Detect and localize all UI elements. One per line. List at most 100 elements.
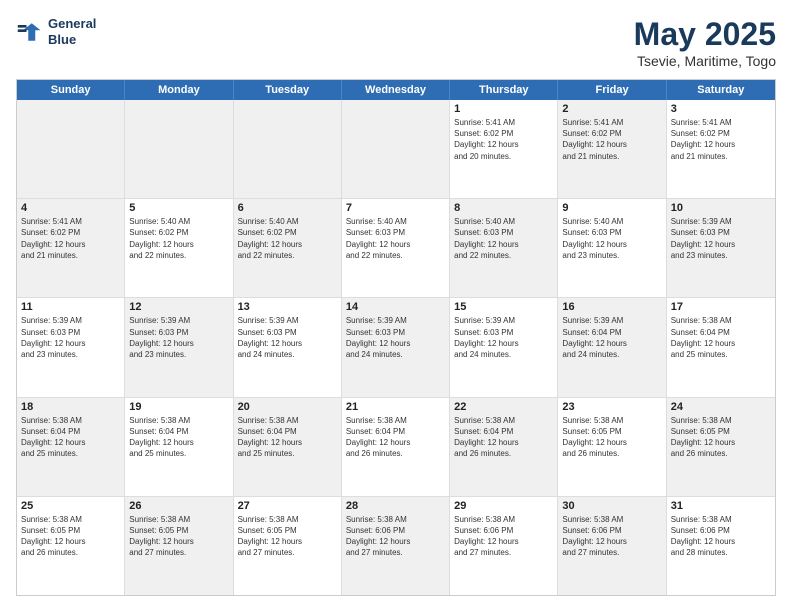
day-number: 13 xyxy=(238,301,337,313)
day-number: 3 xyxy=(671,103,771,115)
calendar-body: 1 Sunrise: 5:41 AM Sunset: 6:02 PM Daylig… xyxy=(17,100,775,595)
cell-info: Sunrise: 5:38 AM Sunset: 6:05 PM Dayligh… xyxy=(562,415,661,460)
calendar-title: May 2025 xyxy=(634,16,776,53)
day-number: 29 xyxy=(454,500,553,512)
day-number: 24 xyxy=(671,401,771,413)
cal-row-4: 18 Sunrise: 5:38 AM Sunset: 6:04 PM Dayli… xyxy=(17,398,775,497)
cell-info: Sunrise: 5:38 AM Sunset: 6:04 PM Dayligh… xyxy=(346,415,445,460)
cell-info: Sunrise: 5:39 AM Sunset: 6:04 PM Dayligh… xyxy=(562,315,661,360)
header-cell-tuesday: Tuesday xyxy=(234,80,342,100)
cal-cell: 14 Sunrise: 5:39 AM Sunset: 6:03 PM Dayli… xyxy=(342,298,450,396)
day-number: 31 xyxy=(671,500,771,512)
day-number: 20 xyxy=(238,401,337,413)
day-number: 2 xyxy=(562,103,661,115)
cal-cell: 10 Sunrise: 5:39 AM Sunset: 6:03 PM Dayli… xyxy=(667,199,775,297)
cell-info: Sunrise: 5:38 AM Sunset: 6:06 PM Dayligh… xyxy=(454,514,553,559)
cal-cell: 12Sunrise: 5:39 AM Sunset: 6:03 PM Dayli… xyxy=(125,298,233,396)
day-number: 30 xyxy=(562,500,661,512)
cal-cell: 22 Sunrise: 5:38 AM Sunset: 6:04 PM Dayli… xyxy=(450,398,558,496)
logo-line1: General xyxy=(48,16,96,32)
cell-info: Sunrise: 5:38 AM Sunset: 6:04 PM Dayligh… xyxy=(671,315,771,360)
day-number: 17 xyxy=(671,301,771,313)
logo-icon xyxy=(16,18,44,46)
cell-info: Sunrise: 5:40 AM Sunset: 6:02 PM Dayligh… xyxy=(238,216,337,261)
cal-cell: 26 Sunrise: 5:38 AM Sunset: 6:05 PM Dayli… xyxy=(125,497,233,595)
cal-cell: 2 Sunrise: 5:41 AM Sunset: 6:02 PM Daylig… xyxy=(558,100,666,198)
cal-cell: 30 Sunrise: 5:38 AM Sunset: 6:06 PM Dayli… xyxy=(558,497,666,595)
cell-info: Sunrise: 5:38 AM Sunset: 6:05 PM Dayligh… xyxy=(21,514,120,559)
cal-cell: 19Sunrise: 5:38 AM Sunset: 6:04 PM Dayli… xyxy=(125,398,233,496)
cell-info: Sunrise: 5:39 AM Sunset: 6:03 PM Dayligh… xyxy=(671,216,771,261)
header-cell-thursday: Thursday xyxy=(450,80,558,100)
cal-cell: 9 Sunrise: 5:40 AM Sunset: 6:03 PM Daylig… xyxy=(558,199,666,297)
cell-info: Sunrise: 5:40 AM Sunset: 6:03 PM Dayligh… xyxy=(346,216,445,261)
day-number: 12 xyxy=(129,301,228,313)
cal-cell: 25Sunrise: 5:38 AM Sunset: 6:05 PM Dayli… xyxy=(17,497,125,595)
cell-info: Sunrise: 5:40 AM Sunset: 6:02 PM Dayligh… xyxy=(129,216,228,261)
day-number: 22 xyxy=(454,401,553,413)
cell-info: Sunrise: 5:41 AM Sunset: 6:02 PM Dayligh… xyxy=(21,216,120,261)
cell-info: Sunrise: 5:39 AM Sunset: 6:03 PM Dayligh… xyxy=(346,315,445,360)
header-cell-sunday: Sunday xyxy=(17,80,125,100)
cal-cell: 7 Sunrise: 5:40 AM Sunset: 6:03 PM Daylig… xyxy=(342,199,450,297)
cell-info: Sunrise: 5:41 AM Sunset: 6:02 PM Dayligh… xyxy=(671,117,771,162)
cell-info: Sunrise: 5:41 AM Sunset: 6:02 PM Dayligh… xyxy=(454,117,553,162)
header-cell-monday: Monday xyxy=(125,80,233,100)
day-number: 1 xyxy=(454,103,553,115)
cal-cell xyxy=(234,100,342,198)
day-number: 18 xyxy=(21,401,120,413)
cell-info: Sunrise: 5:38 AM Sunset: 6:04 PM Dayligh… xyxy=(21,415,120,460)
cell-info: Sunrise: 5:38 AM Sunset: 6:06 PM Dayligh… xyxy=(562,514,661,559)
day-number: 16 xyxy=(562,301,661,313)
cal-row-2: 4Sunrise: 5:41 AM Sunset: 6:02 PM Daylig… xyxy=(17,199,775,298)
cal-cell: 29 Sunrise: 5:38 AM Sunset: 6:06 PM Dayli… xyxy=(450,497,558,595)
header-cell-friday: Friday xyxy=(558,80,666,100)
cell-info: Sunrise: 5:38 AM Sunset: 6:06 PM Dayligh… xyxy=(671,514,771,559)
day-number: 15 xyxy=(454,301,553,313)
title-block: May 2025 Tsevie, Maritime, Togo xyxy=(634,16,776,69)
day-number: 21 xyxy=(346,401,445,413)
cell-info: Sunrise: 5:38 AM Sunset: 6:05 PM Dayligh… xyxy=(129,514,228,559)
cell-info: Sunrise: 5:39 AM Sunset: 6:03 PM Dayligh… xyxy=(454,315,553,360)
cal-cell: 27Sunrise: 5:38 AM Sunset: 6:05 PM Dayli… xyxy=(234,497,342,595)
cal-cell: 1 Sunrise: 5:41 AM Sunset: 6:02 PM Daylig… xyxy=(450,100,558,198)
header-cell-wednesday: Wednesday xyxy=(342,80,450,100)
cell-info: Sunrise: 5:40 AM Sunset: 6:03 PM Dayligh… xyxy=(562,216,661,261)
cell-info: Sunrise: 5:38 AM Sunset: 6:04 PM Dayligh… xyxy=(238,415,337,460)
cell-info: Sunrise: 5:39 AM Sunset: 6:03 PM Dayligh… xyxy=(238,315,337,360)
day-number: 7 xyxy=(346,202,445,214)
cell-info: Sunrise: 5:41 AM Sunset: 6:02 PM Dayligh… xyxy=(562,117,661,162)
cell-info: Sunrise: 5:38 AM Sunset: 6:05 PM Dayligh… xyxy=(671,415,771,460)
cal-cell xyxy=(125,100,233,198)
cal-cell: 28Sunrise: 5:38 AM Sunset: 6:06 PM Dayli… xyxy=(342,497,450,595)
cell-info: Sunrise: 5:38 AM Sunset: 6:04 PM Dayligh… xyxy=(454,415,553,460)
cal-row-3: 11 Sunrise: 5:39 AM Sunset: 6:03 PM Dayli… xyxy=(17,298,775,397)
cal-cell: 31 Sunrise: 5:38 AM Sunset: 6:06 PM Dayli… xyxy=(667,497,775,595)
cal-cell: 20 Sunrise: 5:38 AM Sunset: 6:04 PM Dayli… xyxy=(234,398,342,496)
cal-cell: 4Sunrise: 5:41 AM Sunset: 6:02 PM Daylig… xyxy=(17,199,125,297)
cal-cell: 11 Sunrise: 5:39 AM Sunset: 6:03 PM Dayli… xyxy=(17,298,125,396)
cal-cell: 8Sunrise: 5:40 AM Sunset: 6:03 PM Daylig… xyxy=(450,199,558,297)
day-number: 26 xyxy=(129,500,228,512)
calendar-subtitle: Tsevie, Maritime, Togo xyxy=(634,53,776,69)
cell-info: Sunrise: 5:38 AM Sunset: 6:05 PM Dayligh… xyxy=(238,514,337,559)
day-number: 14 xyxy=(346,301,445,313)
day-number: 11 xyxy=(21,301,120,313)
logo: General Blue xyxy=(16,16,96,47)
header-cell-saturday: Saturday xyxy=(667,80,775,100)
day-number: 9 xyxy=(562,202,661,214)
cal-cell: 23Sunrise: 5:38 AM Sunset: 6:05 PM Dayli… xyxy=(558,398,666,496)
cell-info: Sunrise: 5:39 AM Sunset: 6:03 PM Dayligh… xyxy=(21,315,120,360)
cell-info: Sunrise: 5:38 AM Sunset: 6:06 PM Dayligh… xyxy=(346,514,445,559)
day-number: 6 xyxy=(238,202,337,214)
day-number: 10 xyxy=(671,202,771,214)
cal-cell: 5Sunrise: 5:40 AM Sunset: 6:02 PM Daylig… xyxy=(125,199,233,297)
cell-info: Sunrise: 5:40 AM Sunset: 6:03 PM Dayligh… xyxy=(454,216,553,261)
header: General Blue May 2025 Tsevie, Maritime, … xyxy=(16,16,776,69)
cal-cell: 17 Sunrise: 5:38 AM Sunset: 6:04 PM Dayli… xyxy=(667,298,775,396)
cell-info: Sunrise: 5:38 AM Sunset: 6:04 PM Dayligh… xyxy=(129,415,228,460)
cal-cell: 24 Sunrise: 5:38 AM Sunset: 6:05 PM Dayli… xyxy=(667,398,775,496)
cal-cell: 16 Sunrise: 5:39 AM Sunset: 6:04 PM Dayli… xyxy=(558,298,666,396)
cal-cell xyxy=(342,100,450,198)
page: General Blue May 2025 Tsevie, Maritime, … xyxy=(0,0,792,612)
